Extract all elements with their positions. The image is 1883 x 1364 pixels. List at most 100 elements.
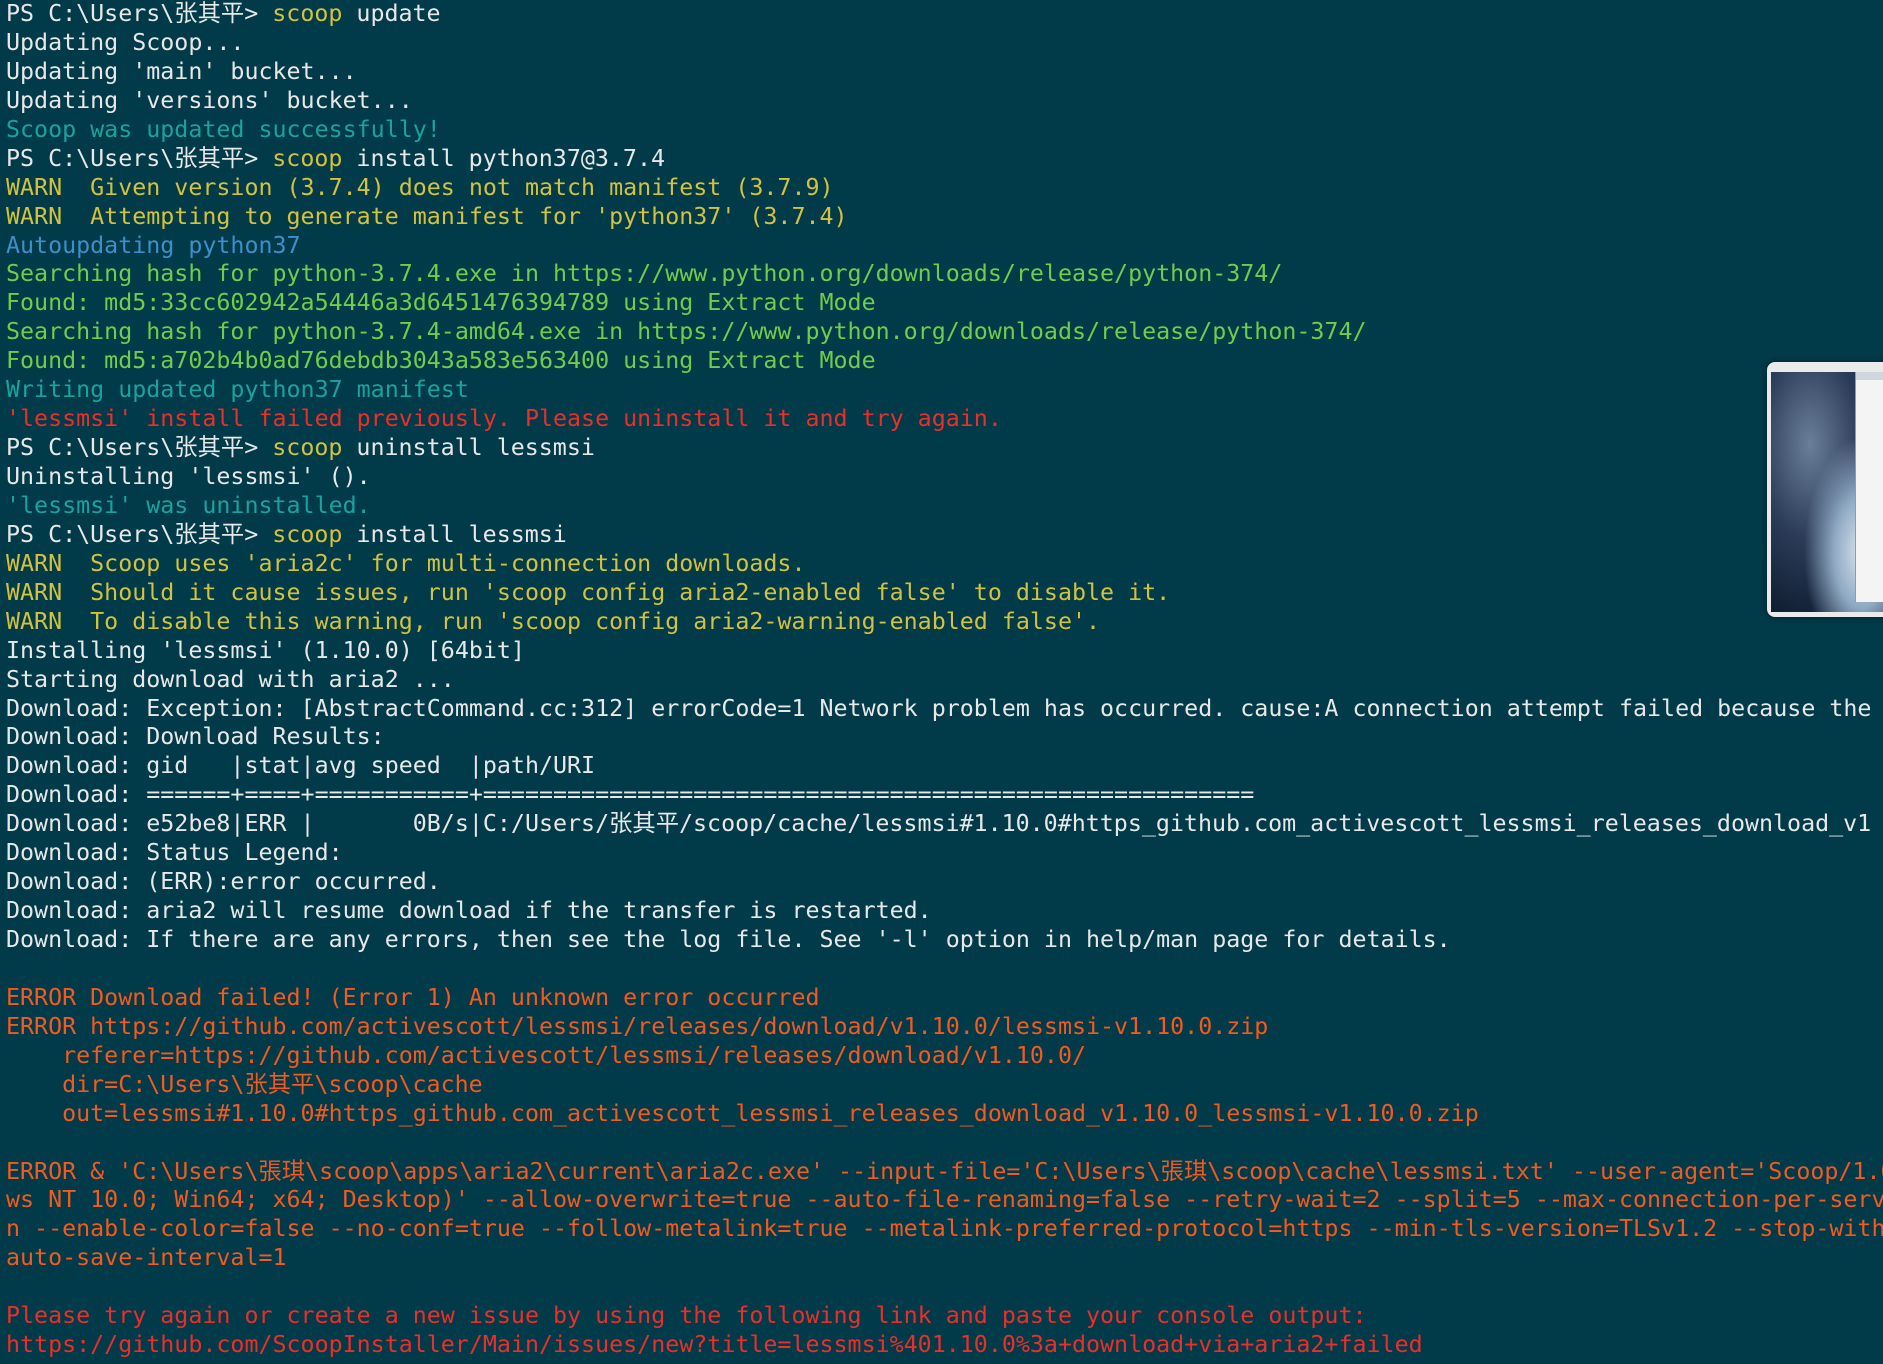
terminal-text-segment: Found: md5:33cc602942a54446a3d6451476394…	[6, 289, 876, 317]
terminal-line: referer=https://github.com/activescott/l…	[6, 1042, 1883, 1071]
terminal-text-segment: 'lessmsi' was uninstalled.	[6, 491, 371, 519]
terminal-line: out=lessmsi#1.10.0#https_github.com_acti…	[6, 1100, 1883, 1129]
terminal-line: Download: ======+====+===========+======…	[6, 781, 1883, 810]
terminal-text-segment: PS C:\Users\张其平>	[6, 434, 273, 462]
terminal-text-segment: Scoop was updated successfully!	[6, 115, 441, 143]
terminal-line: Updating Scoop...	[6, 29, 1883, 58]
terminal-text-segment: auto-save-interval=1	[6, 1244, 287, 1272]
terminal-text-segment: Download: Download Results:	[6, 723, 385, 751]
terminal-text-segment: install python37@3.7.4	[342, 144, 666, 172]
terminal-output: PS C:\Users\张其平> scoop update Updating Sc…	[6, 0, 1883, 1360]
terminal-text-segment: 'lessmsi' install failed previously. Ple…	[6, 405, 1002, 433]
terminal-line: WARN Should it cause issues, run 'scoop …	[6, 579, 1883, 608]
terminal-text-segment: Starting download with aria2 ...	[6, 665, 455, 693]
terminal-text-segment: install lessmsi	[342, 520, 567, 548]
terminal-text-segment: referer=https://github.com/activescott/l…	[6, 1041, 1086, 1069]
terminal-line: auto-save-interval=1	[6, 1244, 1883, 1273]
terminal-text-segment: WARN Scoop uses 'aria2c' for multi-conne…	[6, 549, 806, 577]
terminal-line: n --enable-color=false --no-conf=true --…	[6, 1215, 1883, 1244]
terminal-line: Download: Exception: [AbstractCommand.cc…	[6, 695, 1883, 724]
terminal-line: dir=C:\Users\张其平\scoop\cache	[6, 1071, 1883, 1100]
terminal-text-segment: Download: If there are any errors, then …	[6, 926, 1451, 953]
terminal-text-segment: dir=C:\Users\张其平\scoop\cache	[6, 1070, 483, 1098]
terminal-line: Writing updated python37 manifest	[6, 376, 1883, 405]
terminal-line: Download: e52be8|ERR | 0B/s|C:/Users/张其平…	[6, 810, 1883, 839]
terminal-line: Please try again or create a new issue b…	[6, 1302, 1883, 1331]
terminal-text-segment: Download: (ERR):error occurred.	[6, 868, 441, 896]
terminal-text-segment: WARN Given version (3.7.4) does not matc…	[6, 173, 834, 201]
terminal-line: PS C:\Users\张其平> scoop install lessmsi	[6, 521, 1883, 550]
terminal-line: ERROR https://github.com/activescott/les…	[6, 1013, 1883, 1042]
terminal-text-segment: Download: e52be8|ERR | 0B/s|C:/Users/张其平…	[6, 810, 1872, 838]
terminal-line: WARN Scoop uses 'aria2c' for multi-conne…	[6, 550, 1883, 579]
terminal-text-segment: https://github.com/ScoopInstaller/Main/i…	[6, 1331, 1423, 1359]
terminal-text-segment: ws NT 10.0; Win64; x64; Desktop)' --allo…	[6, 1186, 1883, 1214]
terminal-line: Download: gid |stat|avg speed |path/URI	[6, 752, 1883, 781]
terminal-text-segment: Writing updated python37 manifest	[6, 376, 469, 404]
terminal-text-segment: PS C:\Users\张其平>	[6, 520, 273, 548]
terminal-text-segment: PS C:\Users\张其平>	[6, 144, 273, 172]
terminal-text-segment: Uninstalling 'lessmsi' ().	[6, 463, 371, 490]
terminal-text-segment: WARN Should it cause issues, run 'scoop …	[6, 578, 1171, 606]
terminal-text-segment: Please try again or create a new issue b…	[6, 1302, 1367, 1330]
terminal-text-segment: Updating Scoop...	[6, 28, 245, 56]
window-preview-thumbnail[interactable]	[1767, 362, 1883, 617]
terminal-line: Scoop was updated successfully!	[6, 116, 1883, 145]
terminal-line: ERROR & 'C:\Users\張琪\scoop\apps\aria2\cu…	[6, 1158, 1883, 1187]
terminal-line: Starting download with aria2 ...	[6, 666, 1883, 695]
terminal-line: Updating 'versions' bucket...	[6, 87, 1883, 116]
terminal-line: Download: (ERR):error occurred.	[6, 868, 1883, 897]
terminal-text-segment: ERROR & 'C:\Users\張琪\scoop\apps\aria2\cu…	[6, 1157, 1883, 1185]
terminal-text-segment: Updating 'main' bucket...	[6, 57, 357, 85]
terminal-text-segment: WARN To disable this warning, run 'scoop…	[6, 607, 1101, 635]
terminal-text-segment: Download: Status Legend:	[6, 839, 343, 867]
terminal-text-segment: WARN Attempting to generate manifest for…	[6, 202, 848, 230]
window-preview-icon	[1855, 372, 1883, 602]
terminal-text-segment: Searching hash for python-3.7.4-amd64.ex…	[6, 318, 1367, 346]
terminal-text-segment: n --enable-color=false --no-conf=true --…	[6, 1215, 1883, 1243]
terminal-line: WARN Attempting to generate manifest for…	[6, 203, 1883, 232]
powershell-terminal[interactable]: PS C:\Users\张其平> scoop update Updating Sc…	[0, 0, 1883, 1364]
terminal-line: Searching hash for python-3.7.4.exe in h…	[6, 260, 1883, 289]
terminal-line: Found: md5:33cc602942a54446a3d6451476394…	[6, 289, 1883, 318]
window-titlebar-preview	[1856, 372, 1883, 380]
terminal-line: 'lessmsi' was uninstalled.	[6, 492, 1883, 521]
terminal-line: PS C:\Users\张其平> scoop install python37@…	[6, 145, 1883, 174]
terminal-line: 'lessmsi' install failed previously. Ple…	[6, 405, 1883, 434]
terminal-text-segment: Download: aria2 will resume download if …	[6, 897, 932, 925]
terminal-text-segment: uninstall lessmsi	[342, 434, 595, 462]
terminal-line: PS C:\Users\张其平> scoop update	[6, 0, 1883, 29]
terminal-text-segment: scoop	[272, 520, 343, 548]
terminal-line: PS C:\Users\张其平> scoop uninstall lessmsi	[6, 434, 1883, 463]
terminal-line: ws NT 10.0; Win64; x64; Desktop)' --allo…	[6, 1186, 1883, 1215]
terminal-text-segment: Download: gid |stat|avg speed |path/URI	[6, 752, 596, 780]
terminal-line: Download: Download Results:	[6, 723, 1883, 752]
terminal-text-segment: ERROR https://github.com/activescott/les…	[6, 1012, 1269, 1040]
terminal-text-segment: out=lessmsi#1.10.0#https_github.com_acti…	[6, 1099, 1479, 1127]
terminal-text-segment: Found: md5:a702b4b0ad76debdb3043a583e563…	[6, 347, 876, 375]
terminal-text-segment: Installing 'lessmsi' (1.10.0) [64bit]	[6, 636, 525, 664]
terminal-text-segment: scoop	[272, 0, 343, 27]
terminal-text-segment: Autoupdating python37	[6, 231, 301, 259]
terminal-line: WARN Given version (3.7.4) does not matc…	[6, 174, 1883, 203]
terminal-line: Updating 'main' bucket...	[6, 58, 1883, 87]
terminal-line: Download: aria2 will resume download if …	[6, 897, 1883, 926]
terminal-line: Installing 'lessmsi' (1.10.0) [64bit]	[6, 637, 1883, 666]
terminal-line: https://github.com/ScoopInstaller/Main/i…	[6, 1331, 1883, 1360]
terminal-line: Uninstalling 'lessmsi' ().	[6, 463, 1883, 492]
terminal-text-segment: scoop	[272, 434, 343, 462]
terminal-text-segment: scoop	[272, 144, 343, 172]
terminal-text-segment: Download: Exception: [AbstractCommand.cc…	[6, 694, 1872, 722]
terminal-line: Found: md5:a702b4b0ad76debdb3043a583e563…	[6, 347, 1883, 376]
terminal-text-segment: update	[342, 0, 441, 27]
terminal-line: Autoupdating python37	[6, 232, 1883, 261]
terminal-text-segment: ERROR Download failed! (Error 1) An unkn…	[6, 983, 820, 1011]
terminal-line: WARN To disable this warning, run 'scoop…	[6, 608, 1883, 637]
terminal-line: Searching hash for python-3.7.4-amd64.ex…	[6, 318, 1883, 347]
terminal-line: ERROR Download failed! (Error 1) An unkn…	[6, 984, 1883, 1013]
terminal-text-segment: Updating 'versions' bucket...	[6, 86, 413, 114]
terminal-text-segment: PS C:\Users\张其平>	[6, 0, 273, 27]
